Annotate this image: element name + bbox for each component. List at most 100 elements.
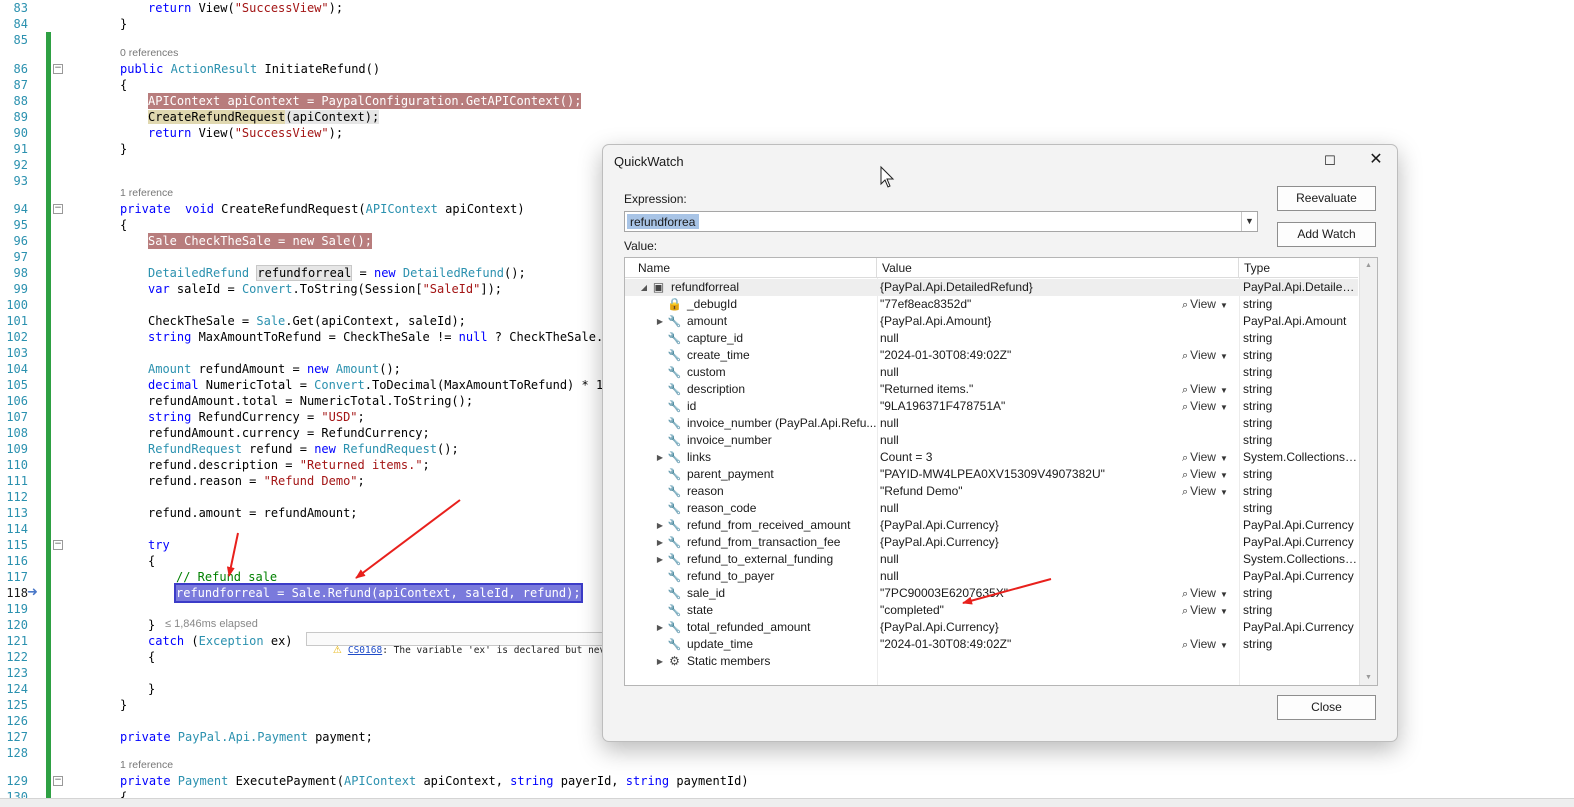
code-text[interactable]: refund.description = "Returned items."; [148,457,430,473]
column-header-name[interactable]: Name [633,258,877,278]
code-line[interactable]: 89 CreateRefundRequest(apiContext); [0,109,1574,125]
visualizer-view-button[interactable]: ⌕ View ▼ [1182,483,1240,500]
chevron-down-icon[interactable]: ▼ [1220,301,1228,310]
visualizer-view-button[interactable]: ⌕ View ▼ [1182,347,1240,364]
expand-arrow-icon[interactable]: ▶ [655,653,665,670]
watch-row[interactable]: ▶ 🔧 amount {PayPal.Api.Amount} PayPal.Api.Am… [625,313,1358,330]
watch-value[interactable]: null [880,432,1240,449]
visualizer-view-button[interactable]: ⌕ View ▼ [1182,398,1240,415]
code-line[interactable]: 88 APIContext apiContext = PaypalConfigur… [0,93,1574,109]
watch-row[interactable]: ▶ 🔧 total_refunded_amount {PayPal.Api.Curre… [625,619,1358,636]
expand-arrow-icon[interactable]: ▶ [655,534,665,551]
collapse-arrow-icon[interactable]: ◢ [639,279,649,296]
visualizer-view-button[interactable]: ⌕ View ▼ [1182,296,1240,313]
watch-row[interactable]: 🔧 update_time "2024-01-30T08:49:02Z" ⌕ View ▼… [625,636,1358,653]
watch-row[interactable]: 🔧 reason "Refund Demo" ⌕ View ▼ string [625,483,1358,500]
watch-row[interactable]: 🔧 custom null string [625,364,1358,381]
reevaluate-button[interactable]: Reevaluate [1277,186,1376,211]
visualizer-view-button[interactable]: ⌕ View ▼ [1182,602,1240,619]
code-text[interactable]: string MaxAmountToRefund = CheckTheSale … [148,329,618,345]
current-statement-arrow-icon[interactable]: ➜ [27,586,41,600]
close-button[interactable]: Close [1277,695,1376,720]
code-text[interactable]: RefundRequest refund = new RefundRequest… [148,441,459,457]
chevron-down-icon[interactable]: ▼ [1220,403,1228,412]
watch-row[interactable]: 🔧 capture_id null string [625,330,1358,347]
watch-row[interactable]: 🔧 create_time "2024-01-30T08:49:02Z" ⌕ View ▼… [625,347,1358,364]
visualizer-view-button[interactable]: ⌕ View ▼ [1182,585,1240,602]
codelens-references[interactable]: 1 reference [120,759,173,771]
watch-value[interactable]: null [880,568,1240,585]
column-header-type[interactable]: Type [1239,258,1358,278]
watch-row[interactable]: 🔧 state "completed" ⌕ View ▼ string [625,602,1358,619]
chevron-down-icon[interactable]: ▼ [1220,386,1228,395]
code-text[interactable]: try [148,537,170,553]
code-line[interactable]: 85 [0,32,1574,48]
code-text[interactable]: { [148,553,155,569]
chevron-down-icon[interactable]: ▼ [1220,488,1228,497]
chevron-down-icon[interactable]: ▼ [1220,454,1228,463]
visualizer-view-button[interactable]: ⌕ View ▼ [1182,381,1240,398]
scroll-up-icon[interactable]: ▲ [1360,262,1377,269]
watch-value[interactable]: null [880,500,1240,517]
current-statement[interactable]: refundforreal = Sale.Refund(apiContext, … [174,583,583,603]
chevron-down-icon[interactable]: ▼ [1220,607,1228,616]
expand-arrow-icon[interactable]: ▶ [655,517,665,534]
code-text[interactable]: { [120,77,127,93]
code-text[interactable]: public ActionResult InitiateRefund() [120,61,380,77]
code-line[interactable]: 83 return View("SuccessView"); [0,0,1574,16]
watch-row[interactable]: ▶ 🔧 links Count = 3 ⌕ View ▼ System.Collections… [625,449,1358,466]
code-text[interactable]: catch (Exception ex) [148,633,293,649]
watch-value[interactable] [880,653,1240,670]
chevron-down-icon[interactable]: ▼ [1220,471,1228,480]
visualizer-view-button[interactable]: ⌕ View ▼ [1182,636,1240,653]
close-icon[interactable]: ✕ [1368,152,1384,168]
watch-grid[interactable]: Name Value Type ◢ ▣ refundforreal {PayPal.A… [624,257,1378,686]
code-text[interactable]: { [148,649,155,665]
fold-toggle[interactable]: − [53,204,63,214]
code-text[interactable]: private void CreateRefundRequest(APICont… [120,201,525,217]
code-line[interactable]: 129 private Payment ExecutePayment(APICon… [0,773,1574,789]
watch-row[interactable]: ▶ 🔧 refund_from_received_amount {PayPal.Api… [625,517,1358,534]
watch-row[interactable]: 🔧 id "9LA196371F478751A" ⌕ View ▼ string [625,398,1358,415]
code-text[interactable]: string RefundCurrency = "USD"; [148,409,365,425]
codelens-references[interactable]: 1 reference [120,187,173,199]
warning-code-link[interactable]: CS0168 [348,645,382,656]
code-text[interactable]: refund.reason = "Refund Demo"; [148,473,365,489]
watch-value[interactable]: null [880,364,1240,381]
watch-value[interactable]: null [880,415,1240,432]
expand-arrow-icon[interactable]: ▶ [655,313,665,330]
add-watch-button[interactable]: Add Watch [1277,222,1376,247]
watch-row[interactable]: 🔧 invoice_number null string [625,432,1358,449]
code-line[interactable]: 86 public ActionResult InitiateRefund() [0,61,1574,77]
code-text[interactable]: return View("SuccessView"); [148,0,343,16]
code-text[interactable]: CheckTheSale = Sale.Get(apiContext, sale… [148,313,466,329]
code-text[interactable]: DetailedRefund refundforreal = new Detai… [148,265,526,281]
maximize-icon[interactable]: ☐ [1322,153,1338,169]
expression-combobox[interactable]: ▼ [624,211,1258,232]
watch-row[interactable]: 🔧 reason_code null string [625,500,1358,517]
fold-toggle[interactable]: − [53,540,63,550]
visualizer-view-button[interactable]: ⌕ View ▼ [1182,449,1240,466]
expand-arrow-icon[interactable]: ▶ [655,449,665,466]
watch-row[interactable]: ▶ 🔧 refund_to_external_funding null System.C… [625,551,1358,568]
codelens-references[interactable]: 0 references [120,47,178,59]
code-text[interactable]: Amount refundAmount = new Amount(); [148,361,401,377]
code-line[interactable]: 128 [0,745,1574,761]
code-text[interactable]: decimal NumericTotal = Convert.ToDecimal… [148,377,610,393]
watch-value[interactable]: null [880,551,1240,568]
watch-row[interactable]: 🔧 description "Returned items." ⌕ View ▼ strin… [625,381,1358,398]
breakpoint-statement[interactable]: Sale CheckTheSale = new Sale(); [148,233,372,249]
watch-value[interactable]: {PayPal.Api.Amount} [880,313,1240,330]
fold-toggle[interactable]: − [53,776,63,786]
expand-arrow-icon[interactable]: ▶ [655,551,665,568]
watch-row[interactable]: 🔒 _debugId "77ef8eac8352d" ⌕ View ▼ string [625,296,1358,313]
code-text[interactable]: } [120,141,127,157]
code-text[interactable]: CreateRefundRequest(apiContext); [148,109,380,125]
watch-row[interactable]: ▶ 🔧 refund_from_transaction_fee {PayPal.Api… [625,534,1358,551]
fold-toggle[interactable]: − [53,64,63,74]
inline-warning[interactable]: ⚠ CS0168: The variable 'ex' is declared b… [306,632,650,656]
watch-row[interactable]: 🔧 invoice_number (PayPal.Api.Refu... null s… [625,415,1358,432]
watch-row[interactable]: 🔧 sale_id "7PC90003E6207635X" ⌕ View ▼ string [625,585,1358,602]
chevron-down-icon[interactable]: ▼ [1220,590,1228,599]
chevron-down-icon[interactable]: ▼ [1220,352,1228,361]
